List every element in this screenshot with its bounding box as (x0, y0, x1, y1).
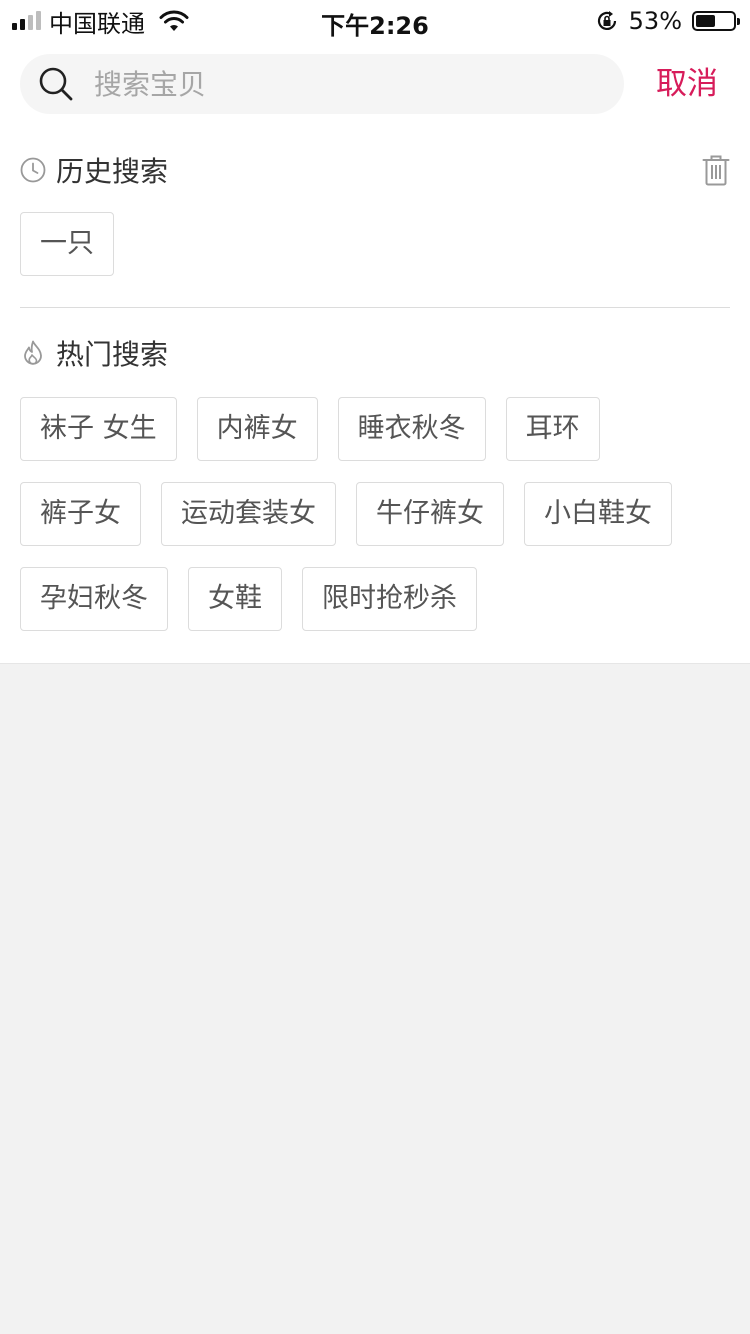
hot-tag-list: 袜子 女生 内裤女 睡衣秋冬 耳环裤子女 运动套装女 牛仔裤女 小白鞋女孕妇秋冬 女鞋 限时抢秒… (20, 397, 730, 631)
hot-section-header: 热门搜索 (20, 333, 730, 373)
status-bar: 中国联通 下午2:26 53% (0, 0, 750, 40)
orientation-lock-icon (597, 11, 616, 30)
search-box[interactable] (20, 54, 624, 114)
search-page: 中国联通 下午2:26 53% 搜索宝贝 取消 历史搜索 一只 热门搜索 袜子 … (0, 0, 750, 1334)
history-tag[interactable]: 一只 (20, 212, 114, 276)
trash-icon (702, 155, 730, 186)
search-row: 取消 (20, 54, 730, 114)
hot-title: 热门搜索 (56, 338, 169, 371)
history-section-header: 历史搜索 (20, 150, 730, 190)
hot-search-tag[interactable]: 牛仔裤女 (356, 482, 504, 546)
history-title: 历史搜索 (56, 155, 169, 188)
hot-search-tag[interactable]: 限时抢秒杀 (302, 567, 477, 631)
clear-history-button[interactable] (702, 154, 730, 186)
flame-icon (24, 340, 42, 365)
clock-icon (20, 157, 46, 183)
hot-search-tag[interactable]: 内裤女 (196, 397, 318, 461)
hot-search-tag[interactable]: 睡衣秋冬 (337, 397, 486, 461)
history-tag-list: 一只 (20, 212, 730, 276)
hot-search-tag[interactable]: 运动套装女 (161, 482, 336, 546)
hot-search-tag[interactable]: 小白鞋女 (524, 482, 672, 546)
hot-search-tag[interactable]: 裤子女 (20, 482, 141, 546)
section-divider (20, 307, 730, 308)
battery-icon (692, 11, 740, 31)
battery-fill (696, 15, 715, 27)
hot-search-tag[interactable]: 耳环 (505, 397, 600, 461)
status-bar-right: 53% (595, 6, 740, 36)
battery-percent: 53% (628, 7, 682, 35)
search-input[interactable] (92, 66, 576, 102)
search-panel: 中国联通 下午2:26 53% 搜索宝贝 取消 历史搜索 一只 热门搜索 袜子 … (0, 0, 750, 664)
cancel-button[interactable]: 取消 (656, 54, 718, 114)
hot-search-tag[interactable]: 孕妇秋冬 (20, 567, 168, 631)
hot-search-tag[interactable]: 袜子 女生 (20, 397, 177, 461)
hot-search-tag[interactable]: 女鞋 (188, 567, 282, 631)
search-icon (39, 67, 73, 101)
